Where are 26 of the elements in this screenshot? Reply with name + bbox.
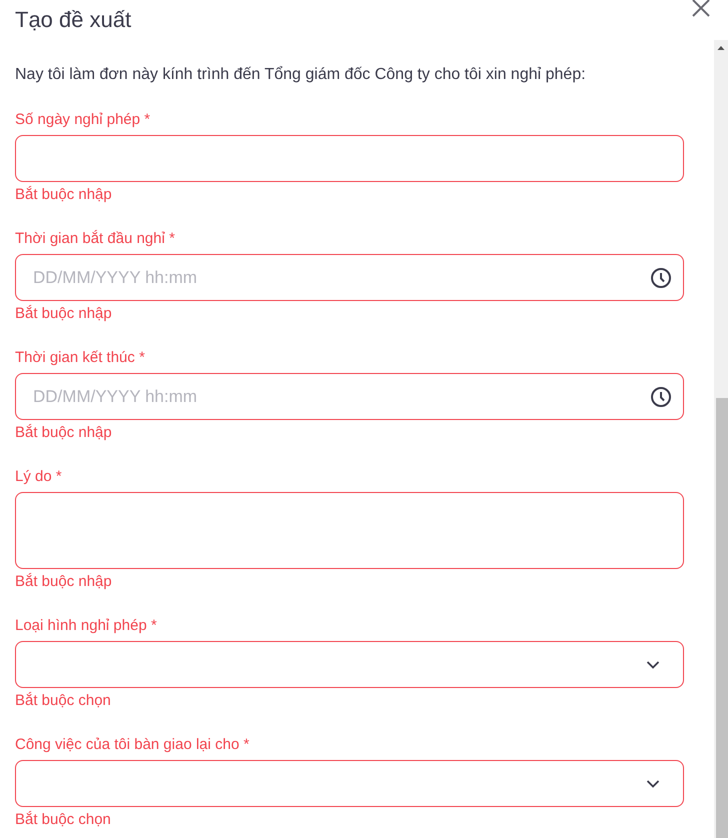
scrollbar[interactable] — [714, 40, 728, 838]
error-message: Bắt buộc chọn — [15, 691, 112, 711]
chevron-down-icon[interactable] — [646, 779, 660, 788]
reason-field[interactable] — [15, 492, 684, 569]
error-message: Bắt buộc nhập — [15, 304, 113, 324]
field-label: Thời gian bắt đầu nghỉ * — [15, 229, 176, 249]
field-label: Công việc của tôi bàn giao lại cho * — [15, 735, 250, 755]
intro-text: Nay tôi làm đơn này kính trình đến Tổng giám đốc Công ty cho tôi xin nghỉ phép: — [15, 65, 587, 85]
datetime-field[interactable]: DD/MM/YYYY hh:mm — [15, 373, 684, 420]
chevron-down-icon[interactable] — [646, 660, 660, 669]
field-label: Số ngày nghỉ phép * — [15, 110, 152, 130]
error-message: Bắt buộc chọn — [15, 810, 112, 830]
dialog-title: Tạo đề xuất — [15, 6, 132, 34]
error-message: Bắt buộc nhập — [15, 423, 113, 443]
select-field[interactable] — [15, 760, 684, 807]
field-label: Lý do * — [15, 467, 63, 487]
field-label: Thời gian kết thúc * — [15, 348, 146, 368]
close-icon[interactable] — [690, 0, 712, 18]
error-message: Bắt buộc nhập — [15, 185, 113, 205]
clock-icon[interactable] — [650, 386, 672, 408]
input-field[interactable] — [15, 135, 684, 182]
datetime-field[interactable]: DD/MM/YYYY hh:mm — [15, 254, 684, 301]
clock-icon[interactable] — [650, 266, 672, 288]
select-field[interactable] — [15, 641, 684, 688]
error-message: Bắt buộc nhập — [15, 572, 113, 592]
field-label: Loại hình nghỉ phép * — [15, 616, 158, 636]
